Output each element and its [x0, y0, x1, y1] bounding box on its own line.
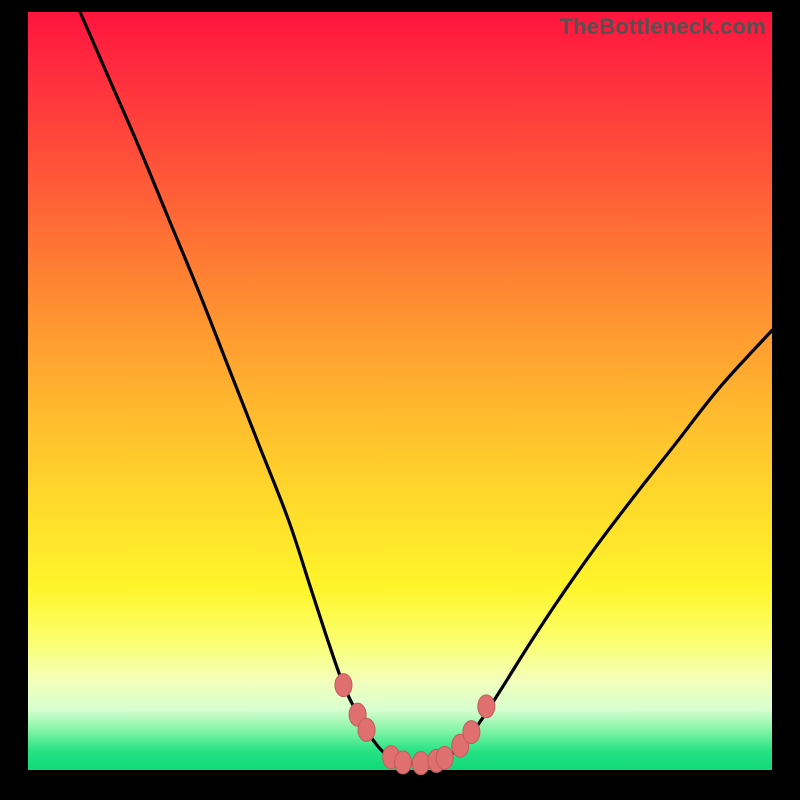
curve-marker [436, 746, 453, 769]
curve-marker [358, 718, 375, 741]
right-curve-path [445, 330, 772, 758]
curve-marker [335, 674, 352, 697]
chart-plot-area [28, 12, 772, 770]
curve-marker [394, 751, 411, 774]
left-curve-path [80, 12, 392, 759]
curve-layer [28, 12, 772, 770]
markers-group [335, 674, 495, 775]
watermark-text: TheBottleneck.com [560, 14, 766, 40]
curve-marker [478, 695, 495, 718]
curve-marker [412, 752, 429, 775]
curve-marker [463, 721, 480, 744]
